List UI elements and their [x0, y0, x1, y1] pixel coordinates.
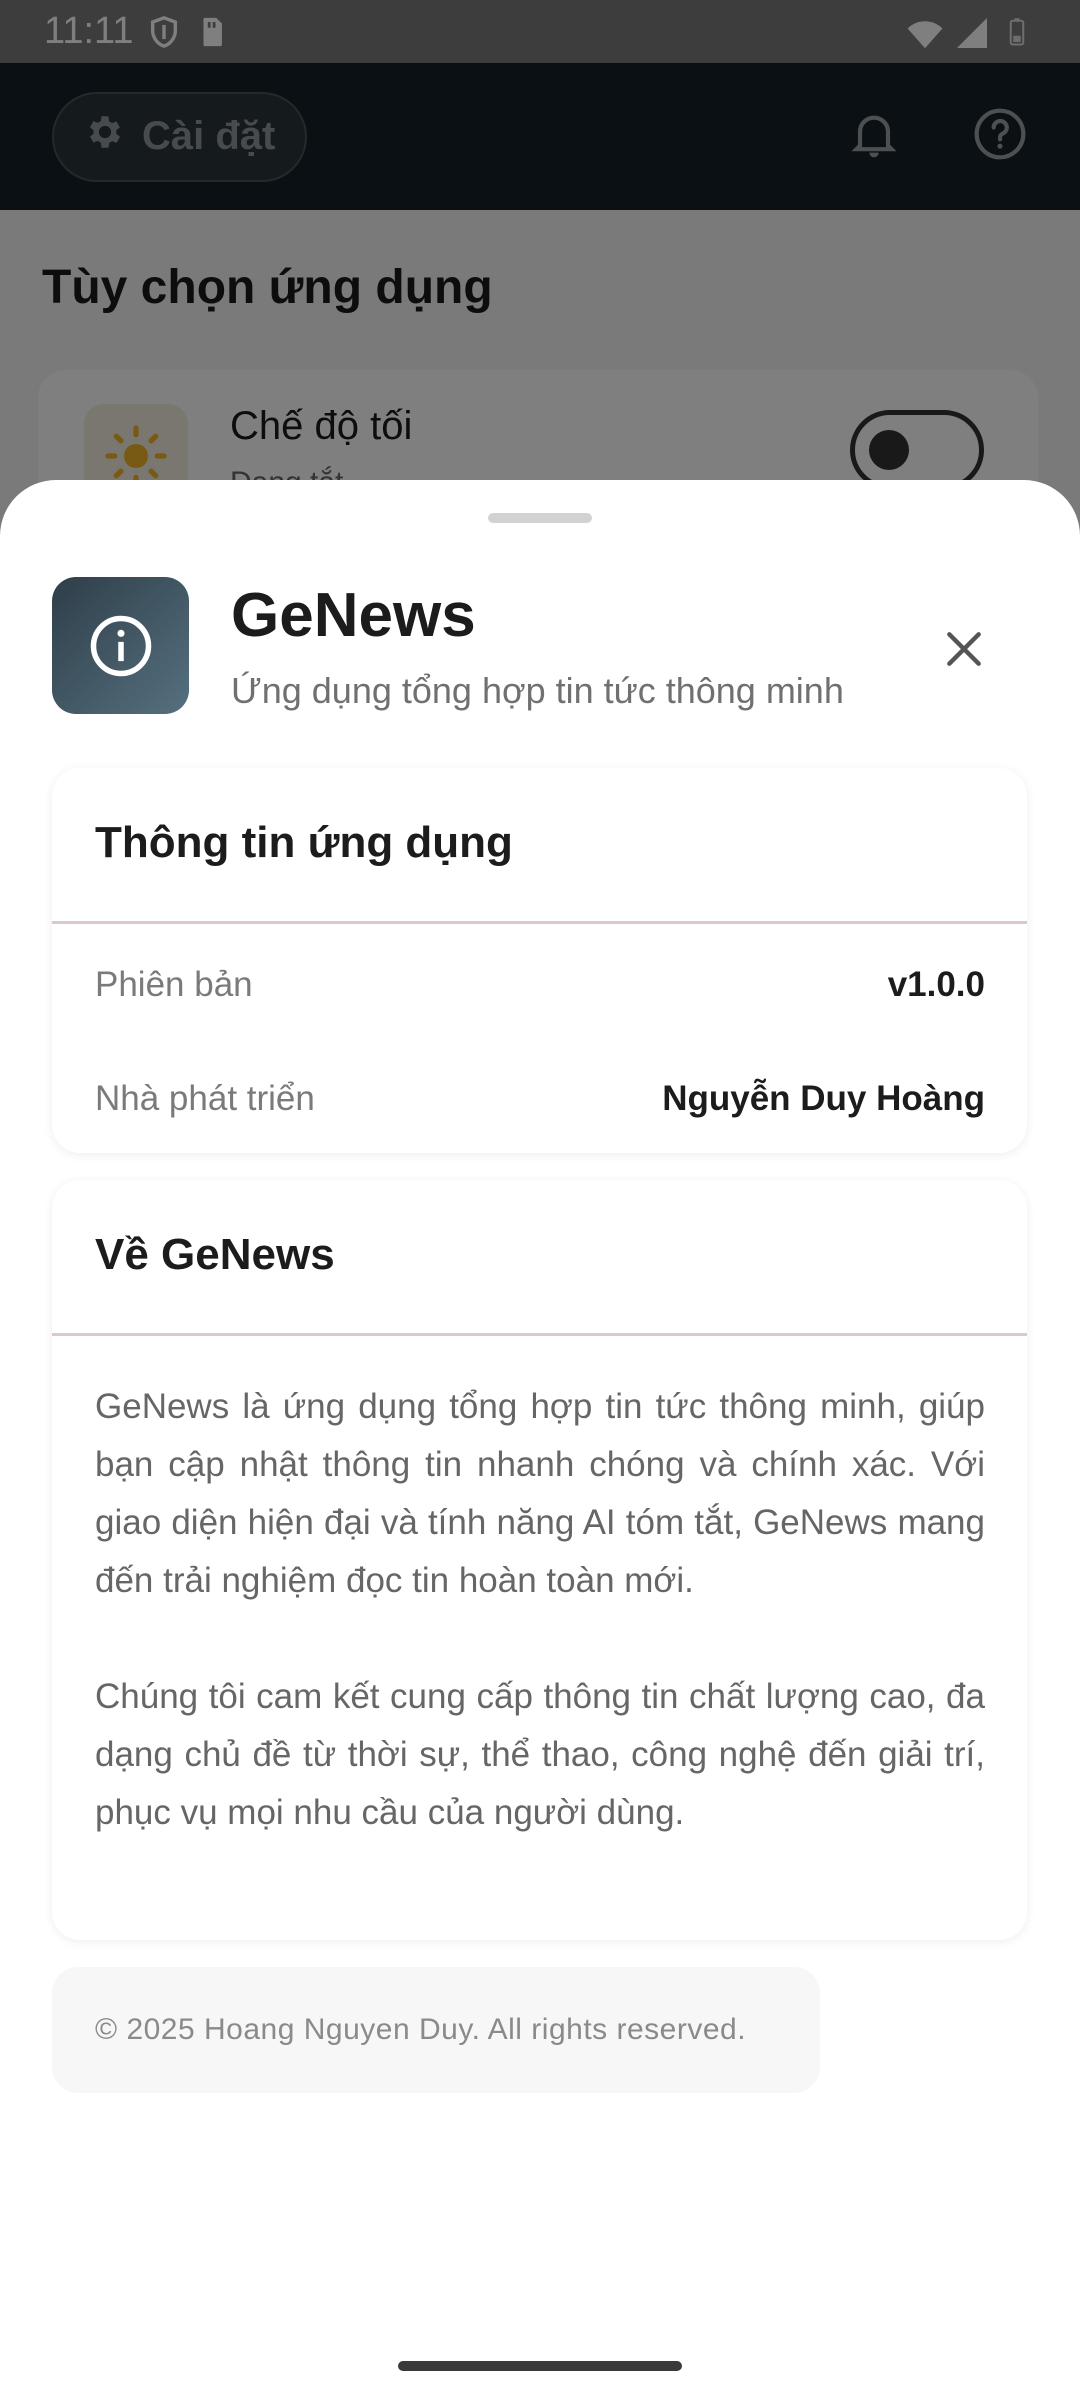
version-label: Phiên bản: [95, 965, 253, 1004]
screen: Tùy chọn ứng dụng Chế độ tối Đang tắt Cà…: [0, 0, 1080, 2400]
about-paragraph: Chúng tôi cam kết cung cấp thông tin chấ…: [95, 1677, 985, 1832]
drag-handle[interactable]: [488, 513, 592, 523]
gesture-nav-bar[interactable]: [398, 2361, 682, 2371]
card-title: Về GeNews: [95, 1230, 335, 1279]
card-title: Thông tin ứng dụng: [95, 818, 513, 867]
developer-row: Nhà phát triển Nguyễn Duy Hoàng: [95, 1079, 985, 1119]
about-paragraph: GeNews là ứng dụng tổng hợp tin tức thôn…: [95, 1387, 985, 1600]
app-info-card: Thông tin ứng dụng Phiên bản v1.0.0 Nhà …: [52, 768, 1027, 1153]
copyright-text: © 2025 Hoang Nguyen Duy. All rights rese…: [95, 2013, 747, 2046]
divider: [52, 921, 1027, 924]
version-value: v1.0.0: [887, 965, 985, 1004]
close-button[interactable]: [930, 617, 998, 685]
app-name: GeNews: [231, 581, 476, 650]
divider: [52, 1333, 1027, 1336]
about-bottom-sheet: GeNews Ứng dụng tổng hợp tin tức thông m…: [0, 480, 1080, 2400]
close-icon: [942, 627, 986, 676]
about-description: GeNews là ứng dụng tổng hợp tin tức thôn…: [95, 1378, 985, 1842]
developer-value: Nguyễn Duy Hoàng: [662, 1079, 985, 1118]
copyright-box: © 2025 Hoang Nguyen Duy. All rights rese…: [52, 1967, 820, 2093]
app-tagline: Ứng dụng tổng hợp tin tức thông minh: [231, 670, 844, 711]
about-card: Về GeNews GeNews là ứng dụng tổng hợp ti…: [52, 1180, 1027, 1940]
info-icon: [52, 577, 189, 714]
version-row: Phiên bản v1.0.0: [95, 965, 985, 1005]
developer-label: Nhà phát triển: [95, 1079, 315, 1118]
